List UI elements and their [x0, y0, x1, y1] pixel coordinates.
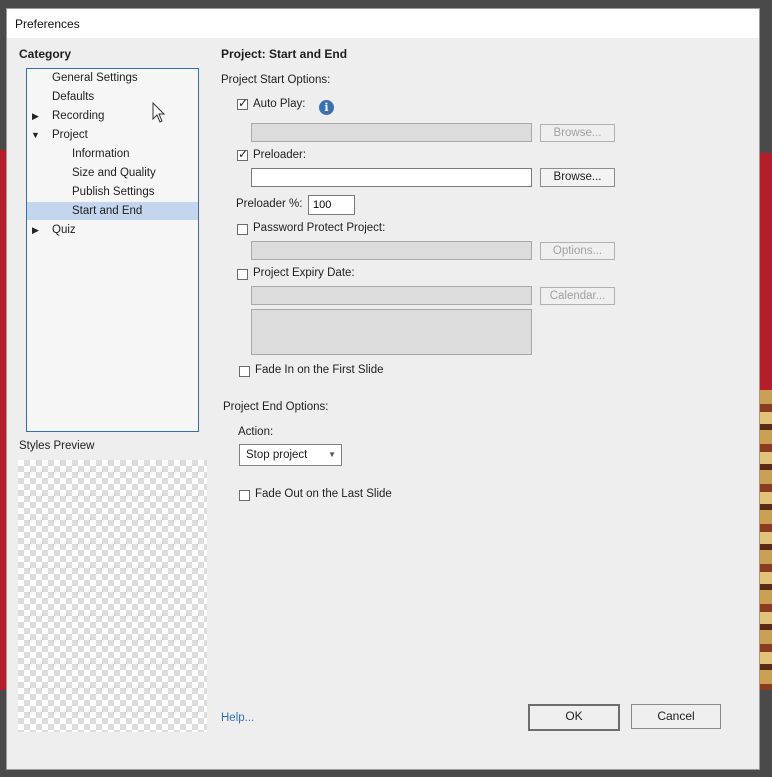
password-protect-label: Password Protect Project: [253, 222, 386, 234]
preloader-label: Preloader: [253, 149, 307, 161]
category-tree[interactable]: General Settings Defaults ▶ Recording ▼ … [26, 68, 199, 432]
expiry-date-checkbox[interactable] [237, 269, 248, 280]
preloader-browse-button[interactable]: Browse... [540, 168, 615, 187]
cancel-button[interactable]: Cancel [631, 704, 721, 729]
fade-out-checkbox[interactable] [239, 490, 250, 501]
action-label: Action: [238, 426, 274, 438]
tree-item-publish-settings[interactable]: Publish Settings [27, 183, 198, 201]
tree-item-label: Publish Settings [72, 186, 155, 198]
expand-arrow-icon[interactable]: ▶ [32, 107, 39, 125]
tree-item-recording[interactable]: ▶ Recording [27, 107, 198, 125]
expiry-message-area [251, 309, 532, 355]
start-options-label: Project Start Options: [221, 74, 331, 86]
end-options-label: Project End Options: [223, 401, 329, 413]
preloader-percent-label: Preloader %: [236, 198, 303, 210]
auto-play-file-field [251, 123, 532, 142]
tree-item-label: Start and End [72, 205, 143, 217]
panel-title: Project: Start and End [221, 47, 348, 61]
styles-preview-label: Styles Preview [19, 440, 95, 452]
tree-item-label: Quiz [52, 224, 76, 236]
tree-item-label: General Settings [52, 72, 138, 84]
preloader-percent-input[interactable] [308, 195, 355, 215]
expand-arrow-icon[interactable]: ▶ [32, 221, 39, 239]
tree-item-start-and-end[interactable]: Start and End [27, 202, 198, 220]
tree-item-label: Project [52, 129, 88, 141]
tree-item-quiz[interactable]: ▶ Quiz [27, 221, 198, 239]
auto-play-checkbox[interactable]: ✓ [237, 96, 249, 110]
action-dropdown[interactable]: Stop project ▼ [239, 444, 342, 466]
expiry-date-label: Project Expiry Date: [253, 267, 355, 279]
checkmark-icon: ✓ [238, 147, 249, 161]
tree-item-label: Information [72, 148, 130, 160]
title-bar: Preferences [7, 9, 759, 38]
info-icon[interactable]: i [319, 100, 334, 115]
window-title: Preferences [15, 17, 80, 31]
tree-item-label: Defaults [52, 91, 95, 103]
tree-item-general-settings[interactable]: General Settings [27, 69, 198, 87]
tree-item-size-and-quality[interactable]: Size and Quality [27, 164, 198, 182]
preferences-dialog: Preferences Category General Settings De… [6, 8, 760, 770]
preloader-file-field[interactable] [251, 168, 532, 187]
mouse-cursor-icon [152, 102, 166, 123]
password-field [251, 241, 532, 260]
background-app-strip-right [760, 153, 772, 393]
help-link[interactable]: Help... [221, 712, 254, 724]
checkmark-icon: ✓ [238, 96, 249, 110]
preloader-checkbox[interactable]: ✓ [237, 147, 249, 161]
styles-preview-canvas [18, 460, 207, 732]
auto-play-label: Auto Play: [253, 98, 306, 110]
expiry-calendar-button[interactable]: Calendar... [540, 287, 615, 305]
tree-item-project[interactable]: ▼ Project [27, 126, 198, 144]
password-options-button[interactable]: Options... [540, 242, 615, 260]
auto-play-browse-button[interactable]: Browse... [540, 124, 615, 142]
fade-in-label: Fade In on the First Slide [255, 364, 384, 376]
tree-item-label: Recording [52, 110, 105, 122]
password-protect-checkbox[interactable] [237, 224, 248, 235]
ok-button[interactable]: OK [528, 704, 620, 731]
tree-item-information[interactable]: Information [27, 145, 198, 163]
fade-out-label: Fade Out on the Last Slide [255, 488, 392, 500]
collapse-arrow-icon[interactable]: ▼ [31, 126, 40, 144]
fade-in-checkbox[interactable] [239, 366, 250, 377]
chevron-down-icon: ▼ [328, 450, 336, 459]
action-selected-value: Stop project [246, 449, 308, 461]
tree-item-defaults[interactable]: Defaults [27, 88, 198, 106]
expiry-date-field [251, 286, 532, 305]
category-heading: Category [19, 47, 72, 61]
tree-item-label: Size and Quality [72, 167, 156, 179]
background-app-image [760, 390, 772, 690]
